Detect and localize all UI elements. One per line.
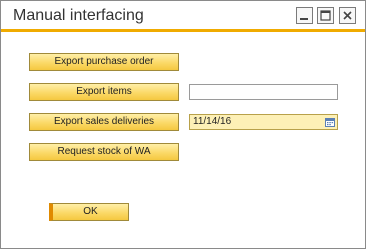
export-items-field[interactable] (189, 84, 338, 100)
window-title: Manual interfacing (13, 7, 144, 24)
close-button[interactable] (339, 7, 356, 24)
request-stock-button[interactable]: Request stock of WA (29, 143, 179, 161)
export-sales-deliveries-button[interactable]: Export sales deliveries (29, 113, 179, 131)
date-value: 11/14/16 (193, 116, 232, 127)
minimize-button[interactable] (296, 7, 313, 24)
ok-button[interactable]: OK (49, 203, 129, 221)
sales-deliveries-date-field[interactable]: 11/14/16 (189, 114, 338, 130)
export-purchase-order-button[interactable]: Export purchase order (29, 53, 179, 71)
minimize-icon (300, 18, 308, 20)
export-items-button[interactable]: Export items (29, 83, 179, 101)
manual-interfacing-window: Manual interfacing Export purchase order… (0, 0, 366, 249)
title-bar: Manual interfacing (1, 1, 365, 32)
close-icon (343, 11, 352, 20)
calendar-icon[interactable] (325, 117, 335, 127)
maximize-icon (320, 10, 331, 21)
maximize-button[interactable] (317, 7, 334, 24)
